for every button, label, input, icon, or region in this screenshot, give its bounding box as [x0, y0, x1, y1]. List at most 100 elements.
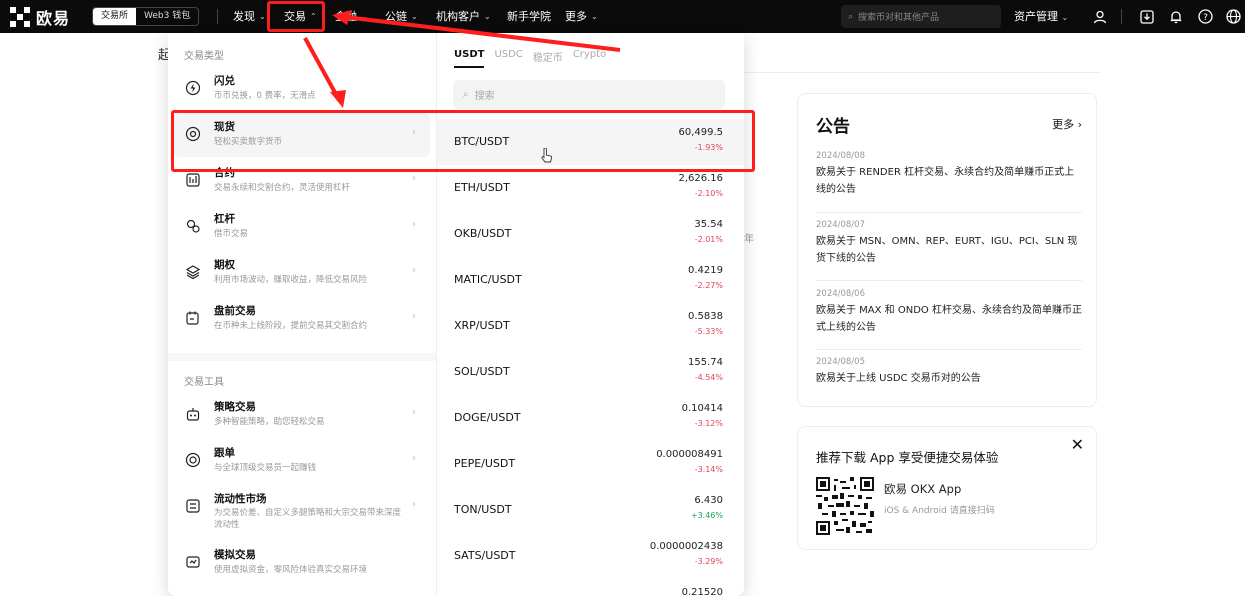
menu-item-title: 策略交易 [214, 401, 256, 413]
announcement-item[interactable]: 2024/08/06 欧易关于 MAX 和 ONDO 杠杆交易、永续合约及简单赚… [816, 289, 1082, 336]
nav-divider [217, 9, 218, 24]
announcements-more-link[interactable]: 更多 › [1052, 116, 1082, 132]
nav-divider [1121, 9, 1122, 24]
nav-academy[interactable]: 新手学院 [507, 8, 551, 24]
pair-search-placeholder: 搜索 [474, 91, 495, 102]
announcement-date: 2024/08/08 [816, 151, 865, 161]
okx-logo[interactable]: 欧易 [10, 6, 71, 28]
menu-item-pre-market[interactable]: 盘前交易 在币种未上线阶段，提前交易其交割合约 › [174, 297, 430, 341]
pair-price: 0.21520 [681, 587, 723, 596]
announcement-text: 欧易关于 MAX 和 ONDO 杠杆交易、永续合约及简单赚币正式上线的公告 [816, 305, 1082, 333]
menu-item-desc: 借币交易 [214, 229, 249, 239]
announcement-text: 欧易关于 RENDER 杠杆交易、永续合约及简单赚币正式上线的公告 [816, 167, 1075, 195]
qr-code [816, 477, 874, 535]
announcement-text: 欧易关于 MSN、OMN、REP、EURT、IGU、PCI、SLN 现货下线的公… [816, 236, 1078, 264]
globe-icon[interactable] [1224, 7, 1243, 26]
pair-change: +3.46% [690, 511, 723, 520]
pair-change: -3.29% [694, 557, 723, 566]
pair-search-input[interactable]: ⌕ 搜索 [453, 80, 725, 109]
pair-price: 6.430 [694, 495, 723, 506]
pair-name: OKB/USDT [454, 227, 512, 240]
pair-row[interactable]: OKB/USDT 35.54 -2.01% [437, 211, 744, 257]
trade-type-section-title: 交易类型 [184, 51, 224, 62]
pair-row[interactable]: DOGE/USDT 0.10414 -3.12% [437, 395, 744, 441]
pair-price: 0.000008491 [656, 449, 723, 460]
trade-tools-section-title: 交易工具 [184, 377, 224, 388]
menu-item-demo-trading[interactable]: 模拟交易 使用虚拟资金，零风险体验真实交易环境 [174, 541, 430, 585]
web3-wallet-button[interactable]: Web3 钱包 [136, 8, 198, 25]
nav-chain-label: 公链 [385, 10, 407, 23]
nav-discover[interactable]: 发现 ⌄ [233, 8, 266, 24]
assets-label: 资产管理 [1014, 10, 1058, 23]
logo-text: 欧易 [36, 8, 71, 28]
pair-row[interactable]: TON/USDT 6.430 +3.46% [437, 487, 744, 533]
menu-item-desc: 在币种未上线阶段，提前交易其交割合约 [214, 321, 368, 331]
menu-item-title: 闪兑 [214, 75, 235, 87]
announcement-date: 2024/08/05 [816, 357, 865, 367]
pair-row[interactable]: PEPE/USDT 0.000008491 -3.14% [437, 441, 744, 487]
hand-cursor-icon [541, 148, 553, 163]
tab-usdt[interactable]: USDT [454, 49, 485, 68]
pair-name: SATS/USDT [454, 549, 516, 562]
exchange-mode-button[interactable]: 交易所 [93, 8, 137, 25]
tab-crypto[interactable]: Crypto [573, 49, 606, 68]
pair-price: 0.0000002438 [649, 541, 723, 552]
global-search-placeholder: 搜索币对和其他产品 [858, 13, 940, 23]
global-search-input[interactable]: ⌕ 搜索币对和其他产品 [841, 5, 1001, 28]
chevron-right-icon: › [412, 311, 416, 322]
chevron-down-icon: ⌄ [1061, 13, 1069, 22]
margin-coins-icon [184, 217, 202, 235]
chevron-down-icon: ⌄ [411, 11, 418, 21]
tab-stablecoin[interactable]: 稳定币 [533, 49, 563, 68]
menu-item-bots[interactable]: 策略交易 多种智能策略，助您轻松交易 › [174, 393, 430, 437]
nav-chain[interactable]: 公链 ⌄ [385, 8, 418, 24]
announcements-card: 公告 更多 › 2024/08/08 欧易关于 RENDER 杠杆交易、永续合约… [797, 93, 1097, 407]
nav-finance[interactable]: 金融 ⌄ [335, 8, 368, 24]
menu-item-title: 跟单 [214, 447, 235, 459]
menu-item-convert[interactable]: 闪兑 币币兑换，0 费率，无滑点 [174, 67, 430, 111]
close-icon[interactable]: ✕ [1071, 435, 1084, 454]
user-icon[interactable] [1090, 7, 1109, 26]
tab-usdc[interactable]: USDC [494, 49, 522, 68]
nav-finance-label: 金融 [335, 10, 357, 23]
spot-highlight-box [171, 110, 755, 172]
pair-name: DOGE/USDT [454, 411, 521, 424]
pair-row[interactable]: SATS/USDT 0.0000002438 -3.29% [437, 533, 744, 579]
announcement-item[interactable]: 2024/08/08 欧易关于 RENDER 杠杆交易、永续合约及简单赚币正式上… [816, 151, 1082, 198]
pair-change: -5.33% [694, 327, 723, 336]
menu-item-copy-trading[interactable]: 跟单 与全球顶级交易员一起赚钱 › [174, 439, 430, 483]
pair-name: MATIC/USDT [454, 273, 522, 286]
announcement-item[interactable]: 2024/08/07 欧易关于 MSN、OMN、REP、EURT、IGU、PCI… [816, 220, 1082, 267]
pair-price: 155.74 [688, 357, 723, 368]
menu-item-liquid-marketplace[interactable]: 流动性市场 为交易价差、自定义多腿策略和大宗交易带来深度流动性 › [174, 485, 430, 537]
pair-row[interactable]: XRP/USDT 0.5838 -5.33% [437, 303, 744, 349]
menu-item-title: 模拟交易 [214, 549, 256, 561]
layers-icon [184, 263, 202, 281]
bell-icon[interactable] [1166, 7, 1185, 26]
menu-item-desc: 利用市场波动，赚取收益，降低交易风险 [214, 275, 368, 285]
nav-more[interactable]: 更多 ⌄ [565, 8, 598, 24]
download-icon[interactable] [1137, 7, 1156, 26]
nav-institutional[interactable]: 机构客户 ⌄ [436, 8, 491, 24]
menu-item-options[interactable]: 期权 利用市场波动，赚取收益，降低交易风险 › [174, 251, 430, 295]
announcements-title: 公告 [816, 117, 850, 137]
pair-name: XRP/USDT [454, 319, 510, 332]
nav-institutional-label: 机构客户 [436, 10, 480, 23]
pair-row[interactable]: 0.21520 [437, 579, 744, 596]
okx-logo-icon [10, 6, 30, 27]
announcement-divider [816, 212, 1082, 213]
chevron-down-icon: ⌄ [484, 11, 491, 21]
announcement-item[interactable]: 2024/08/05 欧易关于上线 USDC 交易币对的公告 [816, 357, 1082, 387]
chevron-right-icon: › [412, 219, 416, 230]
copy-trading-icon [184, 451, 202, 469]
pair-change: -2.27% [694, 281, 723, 290]
menu-item-margin[interactable]: 杠杆 借币交易 › [174, 205, 430, 249]
assets-menu[interactable]: 资产管理 ⌄ [1014, 8, 1068, 24]
menu-item-title: 流动性市场 [214, 493, 267, 505]
chevron-right-icon: › [412, 499, 416, 510]
menu-item-desc: 与全球顶级交易员一起赚钱 [214, 463, 317, 473]
help-icon[interactable]: ? [1196, 7, 1215, 26]
pair-row[interactable]: SOL/USDT 155.74 -4.54% [437, 349, 744, 395]
pair-row[interactable]: MATIC/USDT 0.4219 -2.27% [437, 257, 744, 303]
search-icon: ⌕ [848, 11, 854, 22]
